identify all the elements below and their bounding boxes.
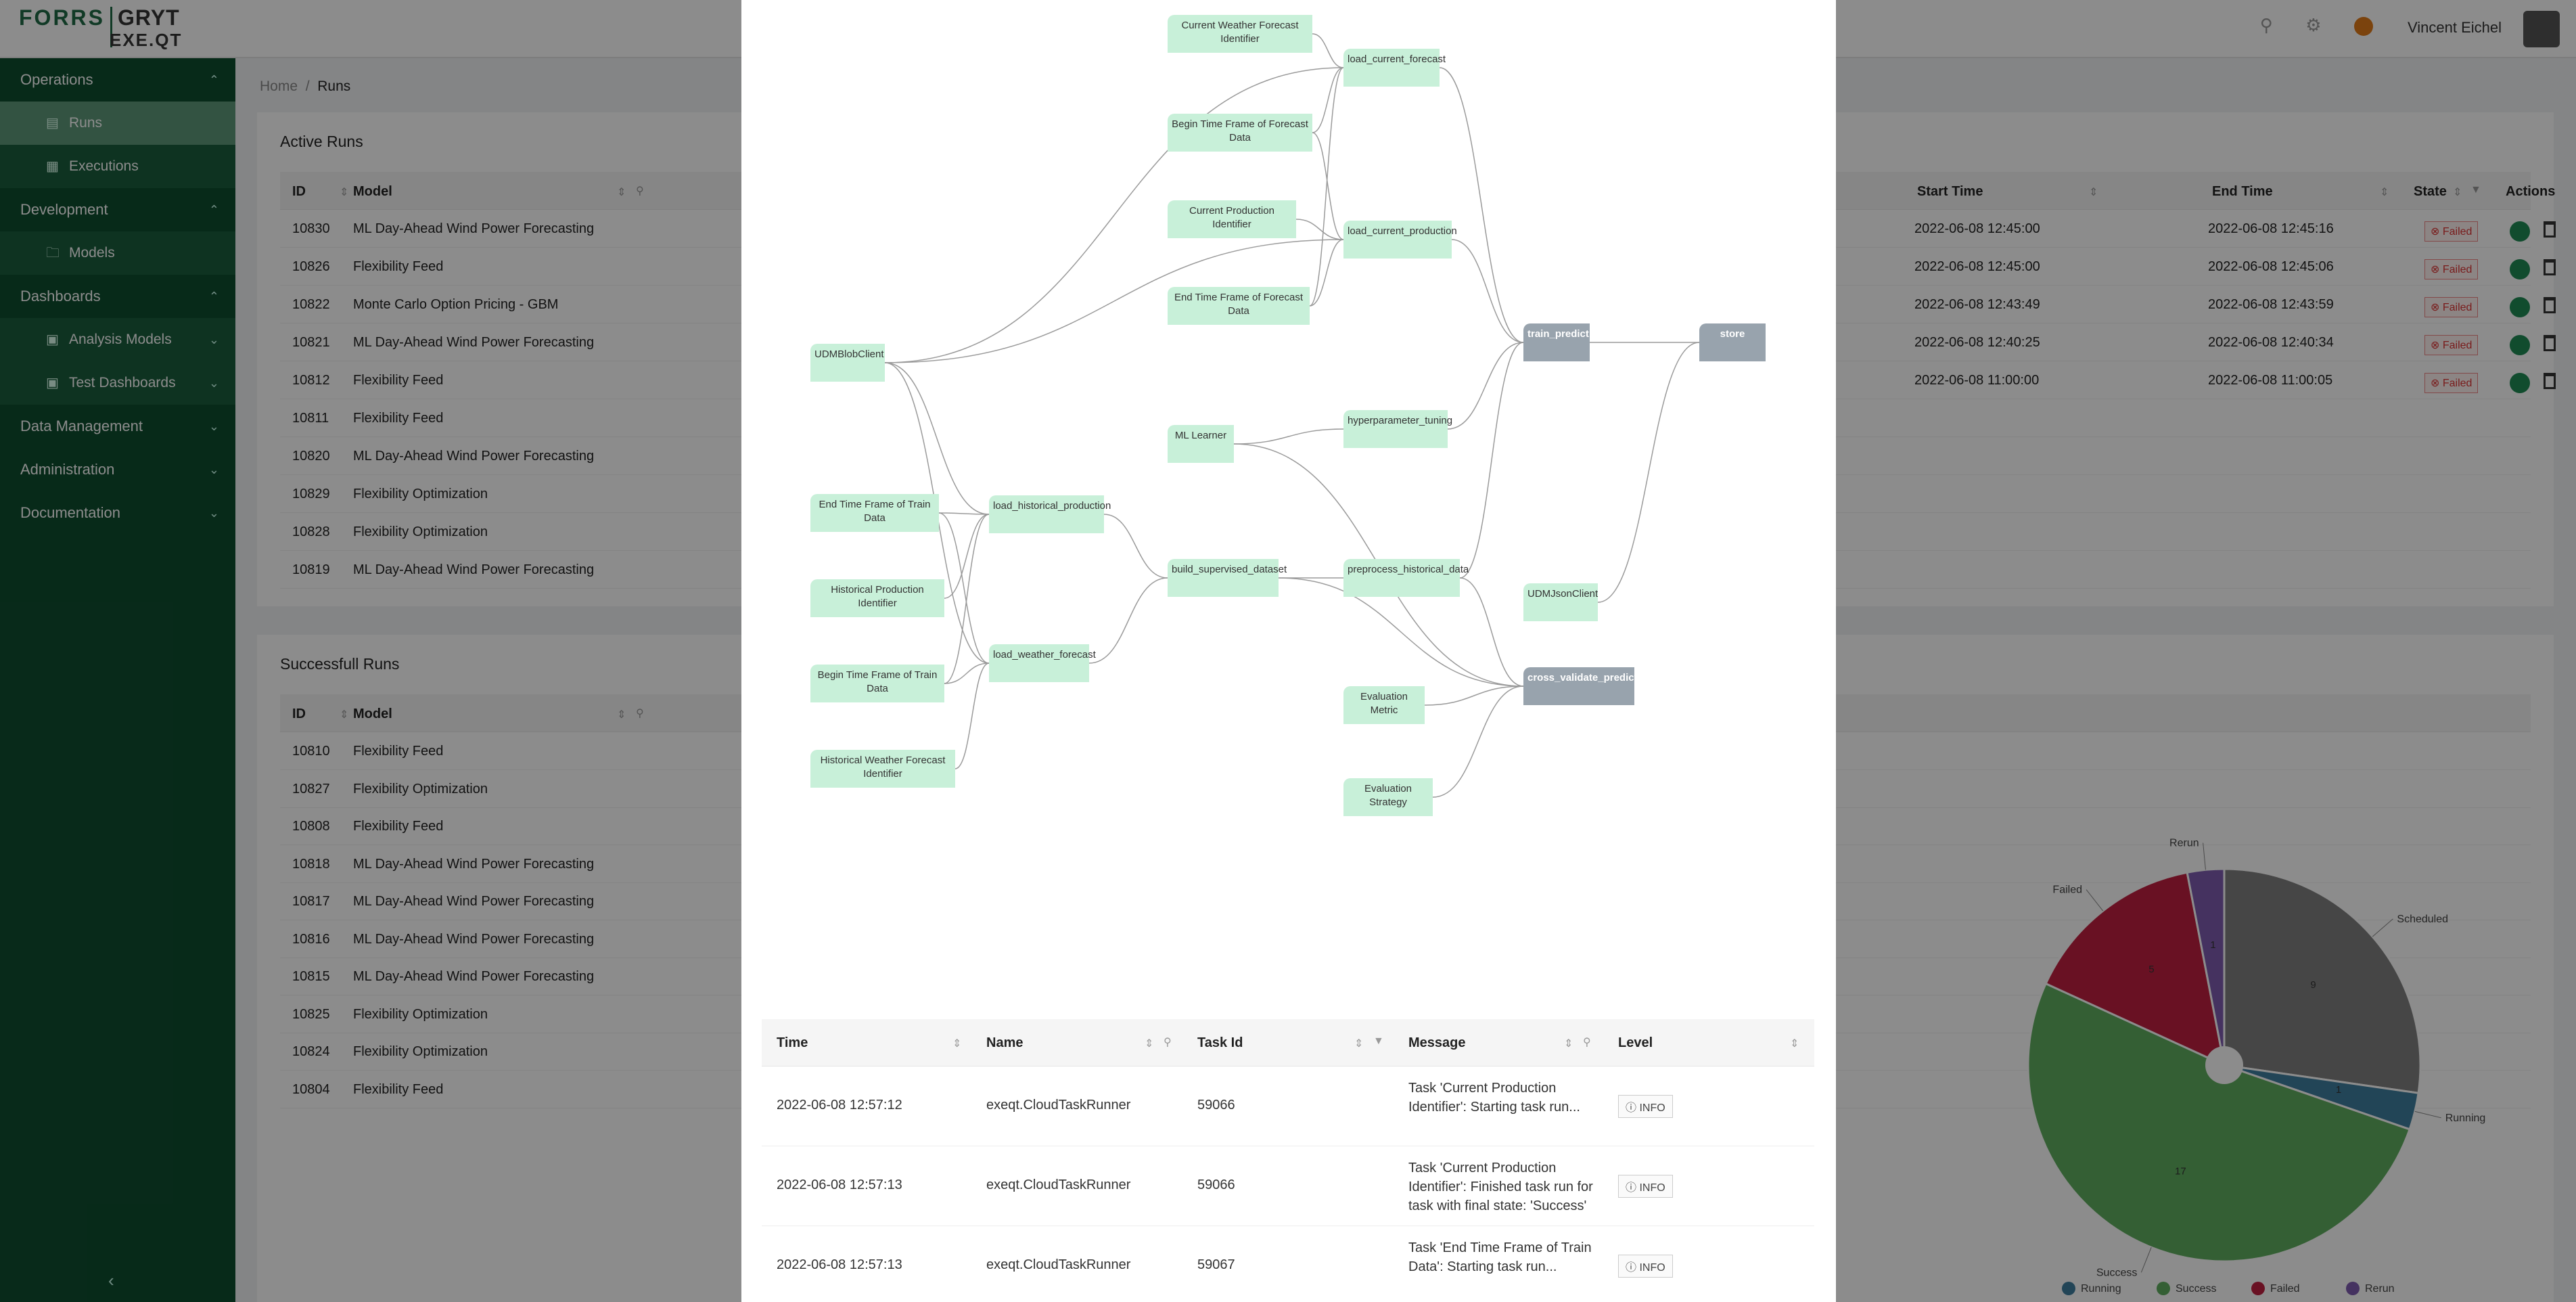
- log-row[interactable]: 2022-06-08 12:57:12 exeqt.CloudTaskRunner…: [762, 1067, 1814, 1146]
- flow-node-mll[interactable]: ML Learner: [1168, 425, 1234, 463]
- log-row[interactable]: 2022-06-08 12:57:13 exeqt.CloudTaskRunner…: [762, 1226, 1814, 1302]
- flow-node-ettd[interactable]: End Time Frame of Train Data: [810, 494, 939, 532]
- flow-node-hwfi[interactable]: Historical Weather Forecast Identifier: [810, 750, 955, 788]
- flow-edge-phd-tp: [1459, 342, 1524, 579]
- col-task-id[interactable]: Task Id: [1197, 1035, 1243, 1051]
- flow-edge-mll-hpt: [1233, 428, 1344, 445]
- flow-edge-cwfi-lcf: [1312, 33, 1344, 68]
- flow-node-phd[interactable]: preprocess_historical_data: [1343, 559, 1469, 597]
- flow-edge-lcp-tp: [1451, 239, 1524, 343]
- sort-icon[interactable]: ⇕: [1790, 1037, 1799, 1050]
- cell-message: Task 'Current Production Identifier': Fi…: [1408, 1161, 1593, 1213]
- run-detail-modal: Current Weather Forecast Identifier Begin…: [741, 0, 1836, 1302]
- flow-node-store[interactable]: store: [1699, 323, 1766, 361]
- flow-node-lcf[interactable]: load_current_forecast: [1343, 49, 1446, 87]
- sort-icon[interactable]: ⇕: [1564, 1037, 1573, 1050]
- flow-node-cwfi[interactable]: Current Weather Forecast Identifier: [1168, 15, 1312, 53]
- cell-name: exeqt.CloudTaskRunner: [986, 1098, 1131, 1113]
- flow-edge-btff-lcf: [1312, 67, 1344, 133]
- level-badge: ⓘ INFO: [1618, 1175, 1673, 1198]
- cell-name: exeqt.CloudTaskRunner: [986, 1177, 1131, 1192]
- cell-time: 2022-06-08 12:57:13: [777, 1177, 902, 1192]
- flow-edge-bttd-lhp: [944, 514, 990, 684]
- flow-node-lhp[interactable]: load_historical_production: [989, 495, 1111, 533]
- flow-node-lwf[interactable]: load_weather_forecast: [989, 644, 1096, 682]
- cell-task-id: 59067: [1197, 1257, 1235, 1272]
- sort-icon[interactable]: ⇕: [952, 1037, 961, 1050]
- flow-node-udmj[interactable]: UDMJsonClient: [1523, 583, 1598, 621]
- flow-node-em[interactable]: Evaluation Metric: [1343, 686, 1425, 724]
- flow-graph[interactable]: Current Weather Forecast Identifier Begin…: [741, 0, 1836, 1015]
- task-log-header: Time ⇕ Name ⇕ ⚲ Task Id ⇕ ▼ Message ⇕ ⚲ …: [762, 1019, 1814, 1067]
- flow-edge-bttd-lwf: [944, 663, 990, 684]
- flow-edge-udmb-lhp: [884, 362, 990, 515]
- flow-node-cvp[interactable]: cross_validate_prediction: [1523, 667, 1653, 705]
- task-log-table: Time ⇕ Name ⇕ ⚲ Task Id ⇕ ▼ Message ⇕ ⚲ …: [762, 1019, 1814, 1302]
- level-badge: ⓘ INFO: [1618, 1255, 1673, 1278]
- flow-node-hpi[interactable]: Historical Production Identifier: [810, 579, 944, 617]
- flow-edge-lcf-tp: [1439, 67, 1524, 343]
- flow-node-etff[interactable]: End Time Frame of Forecast Data: [1168, 287, 1310, 325]
- col-level[interactable]: Level: [1618, 1035, 1653, 1051]
- page: FORRS GRYT EXE.QT ⚲ ⚙ Vincent Eichel Oper…: [0, 0, 2576, 1302]
- flow-node-es[interactable]: Evaluation Strategy: [1343, 778, 1433, 816]
- flow-edge-ettd-lwf: [938, 512, 990, 664]
- cell-name: exeqt.CloudTaskRunner: [986, 1257, 1131, 1272]
- flow-node-cpi[interactable]: Current Production Identifier: [1168, 200, 1296, 238]
- level-badge: ⓘ INFO: [1618, 1095, 1673, 1118]
- search-icon[interactable]: ⚲: [1164, 1035, 1172, 1049]
- sort-icon[interactable]: ⇕: [1354, 1037, 1363, 1050]
- cell-message: Task 'Current Production Identifier': St…: [1408, 1081, 1580, 1115]
- flow-edge-etff-lcf: [1309, 67, 1344, 307]
- cell-time: 2022-06-08 12:57:13: [777, 1257, 902, 1272]
- flow-edge-lhp-bsd: [1103, 514, 1168, 579]
- cell-time: 2022-06-08 12:57:12: [777, 1098, 902, 1113]
- log-row[interactable]: 2022-06-08 12:57:13 exeqt.CloudTaskRunner…: [762, 1146, 1814, 1226]
- col-time[interactable]: Time: [777, 1035, 808, 1051]
- sort-icon[interactable]: ⇕: [1145, 1037, 1153, 1050]
- cell-task-id: 59066: [1197, 1177, 1235, 1192]
- flow-node-udmb[interactable]: UDMBlobClient: [810, 344, 885, 382]
- flow-node-hpt[interactable]: hyperparameter_tuning: [1343, 410, 1452, 448]
- filter-icon[interactable]: ▼: [1373, 1035, 1384, 1048]
- flow-edge-btff-lcp: [1312, 132, 1344, 240]
- flow-node-btff[interactable]: Begin Time Frame of Forecast Data: [1168, 114, 1312, 152]
- flow-node-bsd[interactable]: build_supervised_dataset: [1168, 559, 1287, 597]
- flow-edge-em-cvp: [1424, 686, 1524, 706]
- flow-node-tp[interactable]: train_predict: [1523, 323, 1590, 361]
- col-message[interactable]: Message: [1408, 1035, 1466, 1051]
- flow-edge-lwf-bsd: [1088, 577, 1168, 664]
- flow-edge-udmj-store: [1597, 342, 1700, 603]
- flow-edge-phd-cvp: [1459, 577, 1524, 687]
- col-name[interactable]: Name: [986, 1035, 1023, 1051]
- flow-node-bttd[interactable]: Begin Time Frame of Train Data: [810, 665, 944, 702]
- flow-edge-es-cvp: [1432, 686, 1524, 798]
- cell-message: Task 'End Time Frame of Train Data': Sta…: [1408, 1240, 1592, 1274]
- cell-task-id: 59066: [1197, 1098, 1235, 1113]
- search-icon[interactable]: ⚲: [1583, 1035, 1591, 1049]
- flow-node-lcp[interactable]: load_current_production: [1343, 221, 1457, 259]
